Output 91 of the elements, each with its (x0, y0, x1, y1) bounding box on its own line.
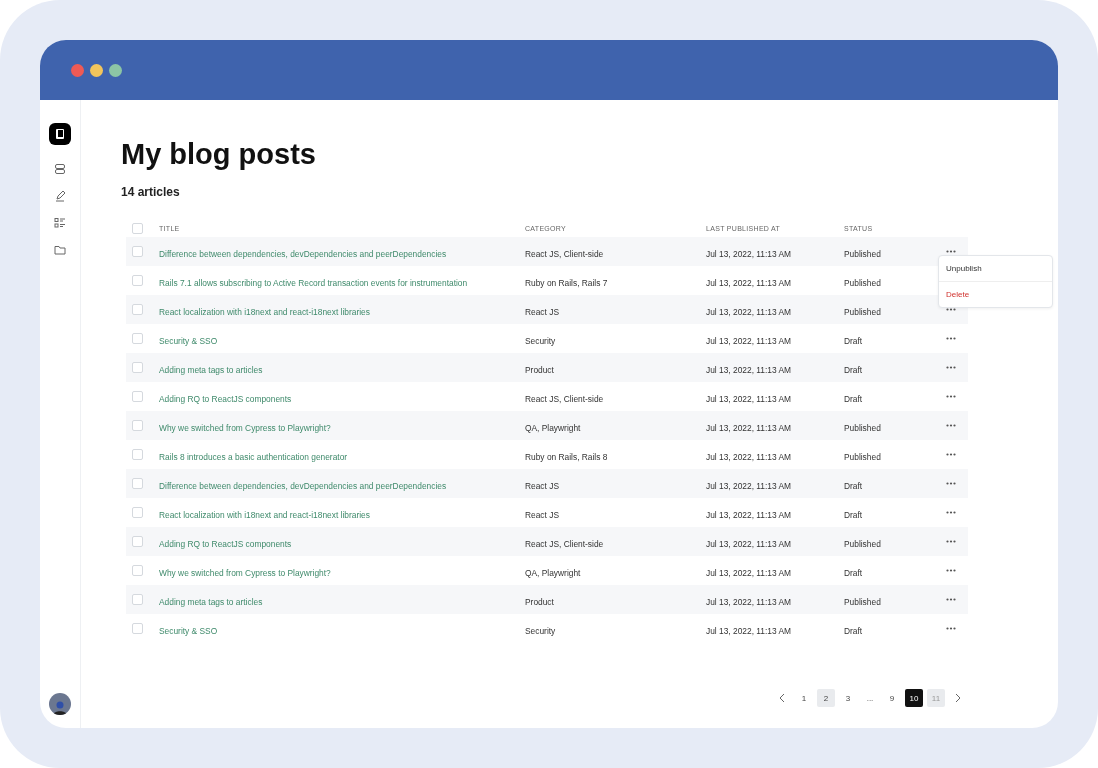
category-cell: QA, Playwright (525, 422, 581, 433)
stack-icon (54, 163, 66, 175)
category-cell: React JS, Client-side (525, 393, 604, 404)
date-cell: Jul 13, 2022, 11:13 AM (706, 364, 792, 375)
status-cell: Draft (844, 480, 863, 491)
post-title-link[interactable]: Difference between dependencies, devDependencies and peerDependencies (159, 480, 447, 491)
category-cell: Product (525, 596, 554, 607)
date-cell: Jul 13, 2022, 11:13 AM (706, 567, 792, 578)
folder-icon (54, 244, 66, 256)
post-title-link[interactable]: Adding meta tags to articles (159, 596, 263, 607)
avatar[interactable] (49, 693, 71, 715)
post-title-link[interactable]: Rails 8 introduces a basic authentication generator (159, 451, 348, 462)
date-cell: Jul 13, 2022, 11:13 AM (706, 335, 792, 346)
status-cell: Published (844, 538, 881, 549)
post-title-link[interactable]: Adding RQ to ReactJS components (159, 538, 292, 549)
checkbox[interactable] (132, 333, 143, 344)
date-cell: Jul 13, 2022, 11:13 AM (706, 538, 792, 549)
date-cell: Jul 13, 2022, 11:13 AM (706, 625, 792, 636)
page-button[interactable]: 9 (883, 689, 901, 707)
checkbox[interactable] (132, 536, 143, 547)
book-icon (55, 128, 65, 140)
checkbox[interactable] (132, 449, 143, 460)
post-title-link[interactable]: Difference between dependencies, devDependencies and peerDependencies (159, 248, 447, 259)
post-title-link[interactable]: Why we switched from Cypress to Playwright? (159, 567, 331, 578)
post-title-link[interactable]: Rails 7.1 allows subscribing to Active Record transaction events for instrumentation (159, 277, 468, 288)
post-title-link[interactable]: Adding meta tags to articles (159, 364, 263, 375)
status-cell: Draft (844, 335, 863, 346)
status-cell: Draft (844, 364, 863, 375)
checkbox[interactable] (132, 623, 143, 634)
menu-item[interactable]: Delete (939, 281, 1052, 307)
category-cell: Product (525, 364, 554, 375)
status-cell: Draft (844, 567, 863, 578)
status-cell: Published (844, 596, 881, 607)
post-title-link[interactable]: Adding RQ to ReactJS components (159, 393, 292, 404)
checkbox[interactable] (132, 478, 143, 489)
checklist-icon (54, 217, 66, 229)
page-button[interactable]: 11 (927, 689, 945, 707)
category-cell: QA, Playwright (525, 567, 581, 578)
date-cell: Jul 13, 2022, 11:13 AM (706, 596, 792, 607)
page-button[interactable]: ... (861, 689, 879, 707)
pen-icon (54, 190, 66, 202)
category-cell: React JS (525, 509, 559, 520)
checkbox[interactable] (132, 275, 143, 286)
post-title-link[interactable]: Why we switched from Cypress to Playwright? (159, 422, 331, 433)
category-cell: React JS (525, 480, 559, 491)
page-button[interactable]: 2 (817, 689, 835, 707)
category-cell: Security (525, 625, 556, 636)
date-cell: Jul 13, 2022, 11:13 AM (706, 451, 792, 462)
page-button[interactable]: 10 (905, 689, 923, 707)
checkbox[interactable] (132, 246, 143, 257)
date-cell: Jul 13, 2022, 11:13 AM (706, 306, 792, 317)
post-title-link[interactable]: React localization with i18next and react-i18next libraries (159, 509, 370, 520)
checkbox[interactable] (132, 565, 143, 576)
page-button[interactable]: 3 (839, 689, 857, 707)
category-cell: Ruby on Rails, Rails 8 (525, 451, 608, 462)
date-cell: Jul 13, 2022, 11:13 AM (706, 422, 792, 433)
page-title: My blog posts (121, 138, 317, 171)
status-cell: Published (844, 277, 881, 288)
menu-item[interactable]: Unpublish (939, 256, 1052, 281)
window-control-dot[interactable] (71, 63, 84, 77)
category-cell: Security (525, 335, 556, 346)
category-cell: React JS, Client-side (525, 538, 604, 549)
date-cell: Jul 13, 2022, 11:13 AM (706, 480, 792, 491)
post-title-link[interactable]: React localization with i18next and react-i18next libraries (159, 306, 370, 317)
status-cell: Published (844, 248, 881, 259)
checkbox[interactable] (132, 507, 143, 518)
window-control-dot[interactable] (90, 63, 103, 77)
status-cell: Draft (844, 509, 863, 520)
page-button[interactable]: 1 (795, 689, 813, 707)
post-title-link[interactable]: Security & SSO (159, 625, 218, 636)
status-cell: Published (844, 422, 881, 433)
status-cell: Published (844, 451, 881, 462)
checkbox[interactable] (132, 594, 143, 605)
date-cell: Jul 13, 2022, 11:13 AM (706, 509, 792, 520)
date-cell: Jul 13, 2022, 11:13 AM (706, 393, 792, 404)
status-cell: Draft (844, 393, 863, 404)
checkbox[interactable] (132, 223, 143, 234)
checkbox[interactable] (132, 304, 143, 315)
date-cell: Jul 13, 2022, 11:13 AM (706, 248, 792, 259)
date-cell: Jul 13, 2022, 11:13 AM (706, 277, 792, 288)
checkbox[interactable] (132, 420, 143, 431)
checkbox[interactable] (132, 391, 143, 402)
window-control-dot[interactable] (109, 63, 122, 77)
status-cell: Published (844, 306, 881, 317)
checkbox[interactable] (132, 362, 143, 373)
post-title-link[interactable]: Security & SSO (159, 335, 218, 346)
category-cell: Ruby on Rails, Rails 7 (525, 277, 608, 288)
article-count: 14 articles (121, 185, 181, 199)
status-cell: Draft (844, 625, 863, 636)
category-cell: React JS, Client-side (525, 248, 604, 259)
category-cell: React JS (525, 306, 559, 317)
